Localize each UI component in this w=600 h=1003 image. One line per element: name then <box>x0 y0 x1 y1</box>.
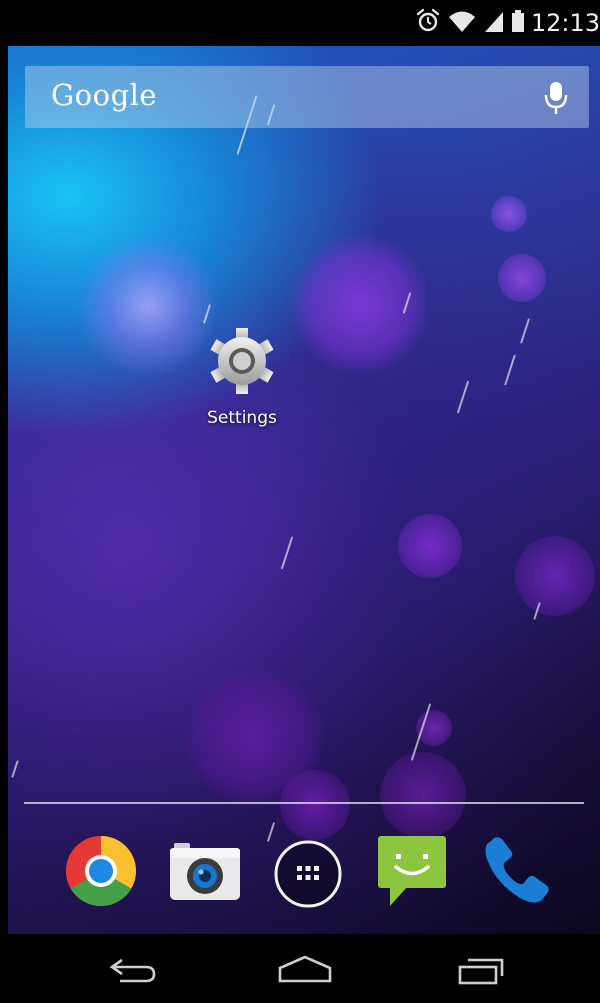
wallpaper-orb <box>290 234 430 374</box>
home-wallpaper <box>8 46 600 934</box>
google-search-bar[interactable]: Google <box>25 66 589 128</box>
settings-app-icon[interactable]: Settings <box>200 320 284 430</box>
phone-icon[interactable] <box>480 834 554 912</box>
wallpaper-streak <box>280 536 294 570</box>
settings-gear-icon <box>205 324 279 402</box>
status-icons: 12:13 <box>415 6 600 40</box>
alarm-icon <box>415 8 441 38</box>
all-apps-icon[interactable] <box>272 838 344 914</box>
navigation-bar <box>8 934 600 1003</box>
dock-divider <box>24 802 584 804</box>
cell-signal-icon <box>483 8 505 38</box>
status-bar: 12:13 <box>8 0 600 46</box>
chrome-icon[interactable] <box>64 834 138 912</box>
back-icon[interactable] <box>108 956 158 988</box>
recents-icon[interactable] <box>456 954 508 990</box>
status-time: 12:13 <box>530 9 600 37</box>
wifi-icon <box>447 8 477 38</box>
wallpaper-orb <box>491 196 527 232</box>
wallpaper-orb <box>398 514 462 578</box>
wallpaper-orb <box>280 770 350 840</box>
settings-label: Settings <box>207 408 277 428</box>
battery-icon <box>511 8 525 38</box>
wallpaper-orb <box>380 752 466 838</box>
wallpaper-streak <box>520 318 530 344</box>
phone-screen: 12:13 Google Settings <box>8 0 600 1003</box>
wallpaper-streak <box>456 380 470 414</box>
wallpaper-streak <box>504 354 516 386</box>
wallpaper-orb <box>498 254 546 302</box>
google-logo: Google <box>51 78 158 112</box>
microphone-icon[interactable] <box>541 80 571 116</box>
wallpaper-streak <box>11 760 19 778</box>
home-icon[interactable] <box>276 954 334 988</box>
wallpaper-orb <box>78 236 218 376</box>
messaging-icon[interactable] <box>376 834 450 912</box>
camera-icon[interactable] <box>168 840 242 908</box>
wallpaper-orb <box>515 536 595 616</box>
